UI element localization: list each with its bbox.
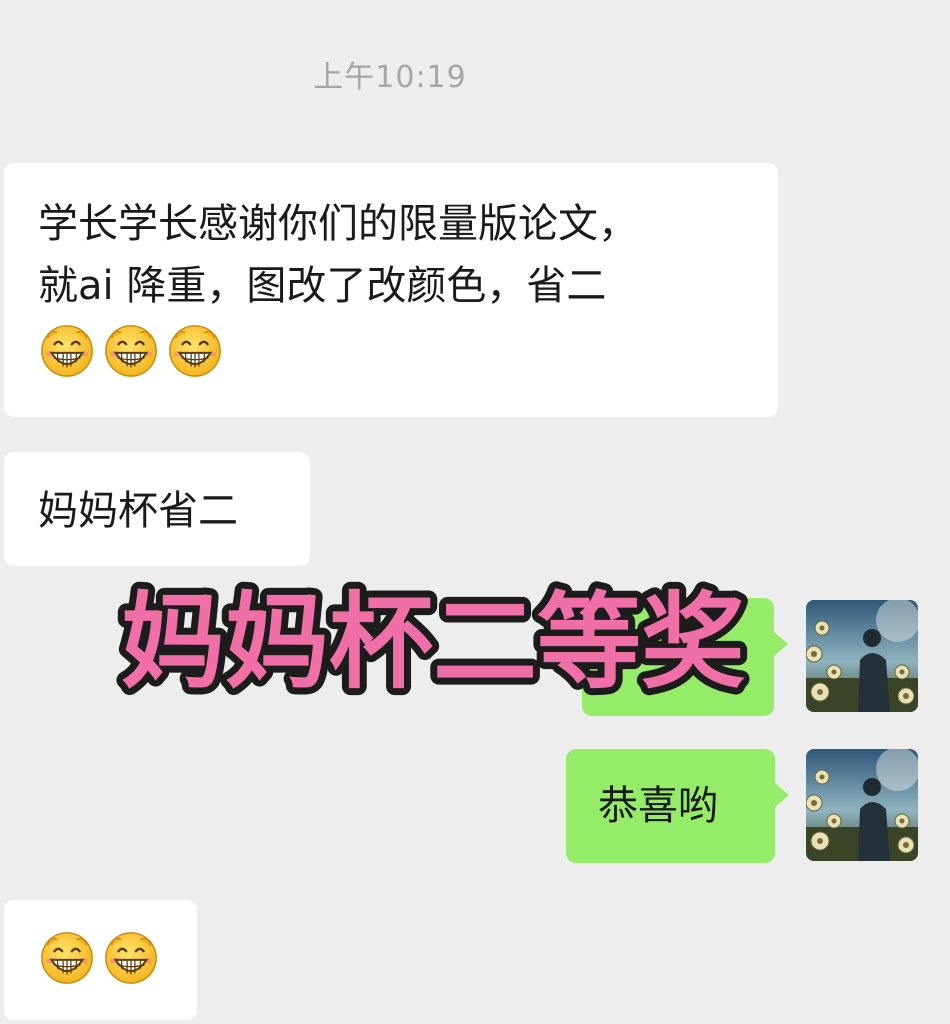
message-text: 学长学长感谢你们的限量版论文， [38,201,638,247]
overlay-text: 妈妈杯二等奖 [121,581,745,703]
incoming-message-bubble[interactable]: 妈妈杯省二 [4,452,310,566]
grin-emoji [102,928,160,986]
avatar[interactable] [806,749,918,861]
incoming-message-bubble[interactable] [4,900,197,1020]
message-text: 妈妈杯省二 [38,488,238,534]
grin-emoji [38,928,96,986]
grin-emoji [166,321,224,379]
outgoing-message-bubble[interactable]: 恭喜哟 [566,749,789,863]
avatar[interactable] [806,600,918,712]
message-text: 就ai 降重，图改了改颜色，省二 [38,263,607,309]
grin-emoji [102,321,160,379]
chat-timestamp: 上午10:19 [313,60,467,95]
award-caption-overlay: 妈妈杯二等奖 妈妈杯二等奖 [114,574,752,710]
grin-emoji [38,321,96,379]
avatar-image [806,600,918,712]
incoming-message-bubble[interactable]: 学长学长感谢你们的限量版论文， 就ai 降重，图改了改颜色，省二 [4,163,778,417]
avatar-image [806,749,918,861]
message-text: 恭喜哟 [598,783,718,829]
